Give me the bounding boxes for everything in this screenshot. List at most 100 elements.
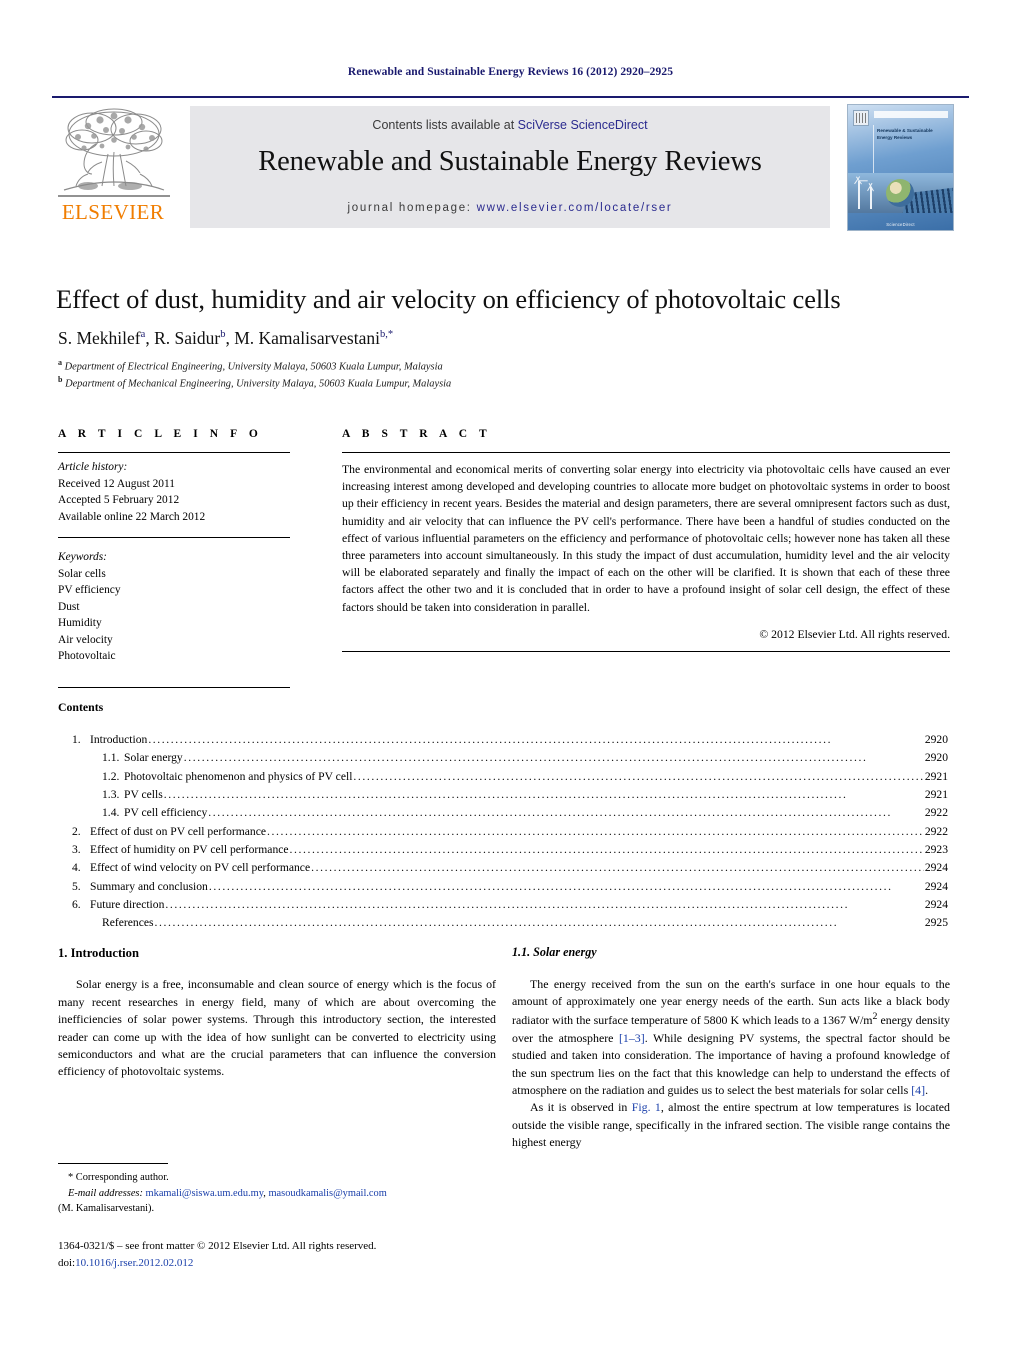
cover-wind-turbine-icon	[854, 176, 868, 209]
cover-globe-icon	[886, 179, 914, 207]
journal-homepage-link[interactable]: www.elsevier.com/locate/rser	[477, 202, 673, 214]
figure-reference-link[interactable]: Fig. 1	[632, 1100, 661, 1114]
elsevier-logo: ELSEVIER	[52, 104, 174, 230]
cover-wind-turbine-icon-2	[867, 182, 875, 209]
cover-photo-band	[848, 173, 953, 213]
toc-row[interactable]: 2. Effect of dust on PV cell performance…	[58, 823, 948, 841]
body-paragraph: Solar energy is a free, inconsumable and…	[58, 977, 496, 1079]
journal-title: Renewable and Sustainable Energy Reviews	[258, 146, 762, 177]
toc-leader: ........................................…	[289, 842, 924, 856]
sciencedirect-link[interactable]: SciVerse ScienceDirect	[518, 118, 648, 132]
article-history-label: Article history:	[58, 461, 128, 473]
citation-link[interactable]: [4]	[911, 1083, 925, 1097]
cover-top-bar	[874, 111, 948, 118]
toc-page: 2924	[924, 861, 948, 875]
keywords-label: Keywords:	[58, 551, 107, 564]
body-text-run: As it is observed in	[530, 1100, 632, 1115]
abstract-column: A B S T R A C T The environmental and ec…	[342, 428, 950, 652]
email-link-1[interactable]: mkamali@siswa.um.edu.my	[146, 1188, 264, 1199]
toc-page: 2922	[924, 806, 948, 820]
toc-leader: ........................................…	[208, 879, 893, 893]
author-3: M. Kamalisarvestanib,*	[234, 328, 394, 348]
email-owner: (M. Kamalisarvestani).	[58, 1203, 155, 1215]
toc-number: 2.	[72, 824, 81, 838]
doi-link[interactable]: 10.1016/j.rser.2012.02.012	[75, 1257, 193, 1269]
toc-row[interactable]: References .............................…	[58, 914, 948, 932]
toc-row[interactable]: 4. Effect of wind velocity on PV cell pe…	[58, 859, 948, 877]
toc-page: 2921	[924, 787, 948, 801]
toc-row[interactable]: 1.3. PV cells ..........................…	[58, 786, 948, 804]
keyword-item: Humidity	[58, 617, 102, 630]
body-column-right: 1.1. Solar energy The energy received fr…	[512, 944, 950, 1151]
keyword-item: Dust	[58, 600, 80, 613]
toc-number: 1.1.	[102, 751, 120, 765]
keyword-item: Solar cells	[58, 567, 106, 580]
article-history-received: Received 12 August 2011	[58, 477, 175, 490]
toc-page: 2922	[924, 824, 948, 838]
keywords-block: Keywords: Solar cells PV efficiency Dust…	[58, 543, 290, 665]
journal-cover-thumbnail[interactable]: Renewable & Sustainable Energy Reviews S…	[847, 104, 954, 231]
article-info-column: A R T I C L E I N F O Article history: R…	[58, 428, 290, 688]
toc-label[interactable]: Introduction	[90, 731, 147, 749]
toc-label[interactable]: Effect of dust on PV cell performance	[90, 823, 266, 841]
footnote-block: * Corresponding author. E-mail addresses…	[58, 1170, 498, 1217]
body-column-left: 1. Introduction Solar energy is a free, …	[58, 944, 496, 1081]
cover-caption: ScienceDirect	[886, 222, 915, 227]
toc-row[interactable]: 1.2. Photovoltaic phenomenon and physics…	[58, 768, 948, 786]
table-of-contents: 1. Introduction ........................…	[58, 731, 948, 932]
toc-label[interactable]: PV cells	[124, 786, 163, 804]
cover-title: Renewable & Sustainable Energy Reviews	[877, 128, 933, 140]
toc-number: 1.4.	[102, 806, 120, 820]
toc-label[interactable]: PV cell efficiency	[124, 804, 207, 822]
toc-row[interactable]: 5. Summary and conclusion ..............…	[58, 878, 948, 896]
toc-page: 2923	[924, 842, 948, 856]
abstract-copyright: © 2012 Elsevier Ltd. All rights reserved…	[759, 627, 950, 641]
author-1: S. Mekhilefa	[58, 328, 146, 348]
article-history-online: Available online 22 March 2012	[58, 510, 206, 523]
toc-label[interactable]: Solar energy	[124, 749, 183, 767]
page-title: Effect of dust, humidity and air velocit…	[56, 284, 841, 314]
toc-label[interactable]: References	[102, 914, 154, 932]
issn-front-matter-line: 1364-0321/$ – see front matter © 2012 El…	[58, 1240, 377, 1252]
corresponding-author-note: * Corresponding author.	[68, 1172, 169, 1183]
article-info-heading: A R T I C L E I N F O	[58, 428, 263, 440]
author-2-affiliation-mark: b	[220, 329, 226, 341]
abstract-heading: A B S T R A C T	[342, 428, 492, 440]
body-text-run: .	[925, 1082, 929, 1097]
toc-label[interactable]: Effect of wind velocity on PV cell perfo…	[90, 859, 310, 877]
toc-number: 1.	[72, 733, 81, 746]
abstract-text: The environmental and economical merits …	[342, 463, 950, 614]
elsevier-wordmark: ELSEVIER	[61, 200, 165, 224]
toc-number: 4.	[72, 861, 81, 875]
masthead-center-band: Contents lists available at SciVerse Sci…	[190, 106, 830, 228]
toc-leader: ........................................…	[154, 916, 839, 930]
affiliation-a-mark: a	[58, 358, 62, 367]
toc-row[interactable]: 1.4. PV cell efficiency ................…	[58, 804, 948, 822]
toc-label[interactable]: Summary and conclusion	[90, 878, 208, 896]
affiliation-a-text: Department of Electrical Engineering, Un…	[64, 361, 443, 373]
toc-label[interactable]: Future direction	[90, 896, 164, 914]
toc-leader: ........................................…	[267, 824, 924, 838]
running-head: Renewable and Sustainable Energy Reviews…	[347, 66, 674, 78]
cover-divider	[873, 125, 874, 173]
affiliation-a: a Department of Electrical Engineering, …	[58, 358, 958, 372]
toc-number: 3.	[72, 842, 81, 856]
email-link-2[interactable]: masoudkamalis@ymail.com	[268, 1188, 386, 1199]
toc-row[interactable]: 1. Introduction ........................…	[58, 731, 948, 749]
toc-page: 2920	[924, 733, 948, 746]
toc-row[interactable]: 6. Future direction ....................…	[58, 896, 948, 914]
email-addresses-label: E-mail addresses:	[68, 1187, 143, 1199]
contents-heading: Contents	[58, 700, 104, 714]
toc-number: 6.	[72, 897, 81, 911]
masthead-top-rule	[52, 96, 969, 98]
toc-row[interactable]: 1.1. Solar energy ......................…	[58, 749, 948, 767]
toc-row[interactable]: 3. Effect of humidity on PV cell perform…	[58, 841, 948, 859]
affiliation-b-text: Department of Mechanical Engineering, Un…	[65, 378, 452, 390]
citation-link[interactable]: [1–3]	[619, 1031, 645, 1045]
article-history-accepted: Accepted 5 February 2012	[58, 494, 180, 507]
author-1-affiliation-mark: a	[140, 329, 146, 341]
article-info-rule-mid	[58, 537, 290, 539]
contents-lists-line: Contents lists available at SciVerse Sci…	[190, 118, 830, 132]
toc-label[interactable]: Effect of humidity on PV cell performanc…	[90, 841, 289, 859]
toc-label[interactable]: Photovoltaic phenomenon and physics of P…	[124, 768, 352, 786]
